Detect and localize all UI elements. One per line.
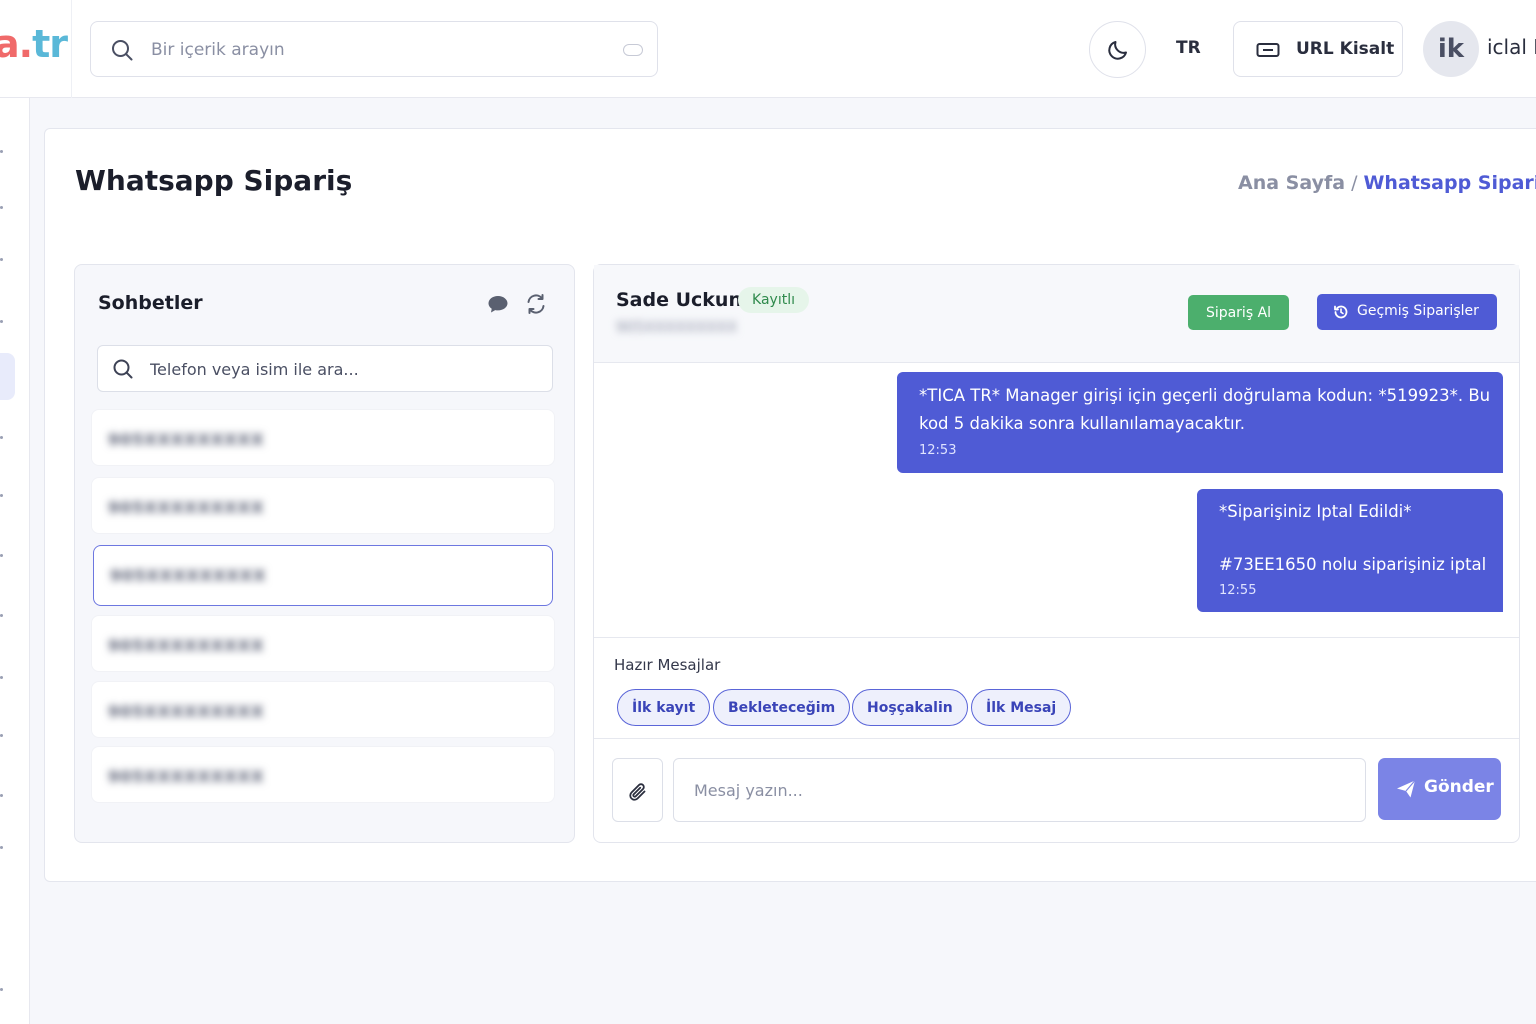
new-chat-button[interactable] xyxy=(486,292,510,316)
url-shortener-button[interactable]: URL Kisalt xyxy=(1233,21,1403,77)
chat-item-phone: 905XXXXXXXXX xyxy=(110,566,267,585)
paperclip-icon xyxy=(629,783,646,801)
topbar: a.tr TR URL Kisalt ik iclal K xyxy=(0,0,1536,98)
message-time: 12:55 xyxy=(1219,583,1257,598)
search-icon xyxy=(113,359,133,379)
message-line: #73EE1650 nolu siparişiniz iptal xyxy=(1219,555,1487,574)
sidebar-item-marker xyxy=(0,320,3,323)
status-badge: Kayıtlı xyxy=(738,287,809,313)
global-search-input[interactable] xyxy=(151,36,591,64)
logo-letter: a xyxy=(0,22,20,66)
page-title: Whatsapp Sipariş xyxy=(75,164,353,197)
quick-reply-chip[interactable]: İlk kayıt xyxy=(617,689,711,726)
refresh-button[interactable] xyxy=(524,292,548,316)
chat-item-phone: 905XXXXXXXXX xyxy=(108,498,265,517)
attach-button[interactable] xyxy=(612,758,663,822)
sidebar-item-marker xyxy=(0,206,3,209)
chat-list-item[interactable]: 905XXXXXXXXX xyxy=(91,615,555,672)
url-shortener-label: URL Kisalt xyxy=(1296,39,1395,59)
message-time: 12:53 xyxy=(919,443,957,458)
contact-name: Sade Uckun xyxy=(616,289,742,311)
link-icon xyxy=(1256,43,1280,57)
chat-bubble-icon xyxy=(488,296,508,313)
send-button[interactable]: Gönder xyxy=(1378,758,1501,820)
sidebar-item-marker xyxy=(0,436,3,439)
logo-area[interactable]: a.tr xyxy=(0,0,72,98)
message-bubble: *Siparişiniz Iptal Edildi* #73EE1650 nolu… xyxy=(1197,489,1503,612)
message-bubble: *TICA TR* Manager girişi için geçerli do… xyxy=(897,372,1503,473)
logo-tr: tr xyxy=(32,22,68,66)
breadcrumb-current: Whatsapp Sipariş xyxy=(1363,172,1536,194)
message-line: kod 5 dakika sonra kullanılamayacaktır. xyxy=(919,414,1246,433)
theme-toggle-button[interactable] xyxy=(1089,21,1146,78)
quick-reply-chip[interactable]: Bekleteceğim xyxy=(713,689,851,726)
sidebar-item-marker xyxy=(0,554,3,557)
sidebar-item-marker xyxy=(0,734,3,737)
message-line: *TICA TR* Manager girişi için geçerli do… xyxy=(919,386,1491,405)
sidebar-item-marker xyxy=(0,494,3,497)
sidebar-item-marker xyxy=(0,846,3,849)
order-history-button[interactable]: Geçmiş Siparişler xyxy=(1317,294,1497,330)
quick-reply-chip[interactable]: İlk Mesaj xyxy=(971,689,1072,726)
message-line: *Siparişiniz Iptal Edildi* xyxy=(1219,502,1412,521)
sidebar-item-marker xyxy=(0,614,3,617)
quick-replies-title: Hazır Mesajlar xyxy=(614,656,721,674)
sidebar-item-marker xyxy=(0,258,3,261)
search-icon xyxy=(112,40,133,61)
sidebar-active-item[interactable] xyxy=(0,353,15,400)
chat-item-phone: 905XXXXXXXXX xyxy=(108,767,265,786)
chat-search-input[interactable] xyxy=(150,357,530,381)
chat-list-item[interactable]: 905XXXXXXXXX xyxy=(91,746,555,803)
chat-list-item-selected[interactable]: 905XXXXXXXXX xyxy=(93,545,553,606)
user-name[interactable]: iclal K xyxy=(1487,35,1536,59)
chat-item-phone: 905XXXXXXXXX xyxy=(108,636,265,655)
logo-dot: . xyxy=(18,22,33,66)
sidebar xyxy=(0,98,30,1024)
message-text: *TICA TR* Manager girişi için geçerli do… xyxy=(919,382,1490,438)
sidebar-item-marker xyxy=(0,988,3,991)
logo: a.tr xyxy=(0,22,68,66)
shortcut-icon xyxy=(623,44,643,56)
chat-search-field[interactable] xyxy=(97,345,553,392)
breadcrumb: Ana Sayfa / Whatsapp Sipariş xyxy=(1238,172,1536,194)
chat-list-item[interactable]: 905XXXXXXXXX xyxy=(91,681,555,738)
message-text: *Siparişiniz Iptal Edildi* #73EE1650 nolu… xyxy=(1219,499,1486,579)
chat-item-phone: 905XXXXXXXXX xyxy=(108,702,265,721)
message-line xyxy=(1219,526,1486,553)
sidebar-item-marker xyxy=(0,150,3,153)
chat-list-item[interactable]: 905XXXXXXXXX xyxy=(91,477,555,534)
sidebar-item-marker xyxy=(0,794,3,797)
contact-phone: 905XXXXXXXXX xyxy=(616,318,738,336)
take-order-button[interactable]: Sipariş Al xyxy=(1188,295,1289,330)
sidebar-item-marker xyxy=(0,676,3,679)
breadcrumb-separator: / xyxy=(1351,172,1358,194)
chat-item-phone: 905XXXXXXXXX xyxy=(108,430,265,449)
language-selector[interactable]: TR xyxy=(1176,38,1201,58)
chat-list-item[interactable]: 905XXXXXXXXX xyxy=(91,409,555,466)
breadcrumb-home-link[interactable]: Ana Sayfa xyxy=(1238,172,1345,194)
send-label: Gönder xyxy=(1424,777,1494,797)
history-icon xyxy=(1334,305,1348,319)
chats-title: Sohbetler xyxy=(98,292,203,314)
refresh-icon xyxy=(527,294,545,314)
send-icon xyxy=(1397,780,1416,798)
moon-icon xyxy=(1108,41,1127,60)
quick-reply-chip[interactable]: Hoşçakalin xyxy=(852,689,968,726)
global-search[interactable] xyxy=(90,21,658,77)
message-input[interactable] xyxy=(673,758,1366,822)
avatar[interactable]: ik xyxy=(1423,21,1479,77)
order-history-label: Geçmiş Siparişler xyxy=(1357,303,1479,319)
